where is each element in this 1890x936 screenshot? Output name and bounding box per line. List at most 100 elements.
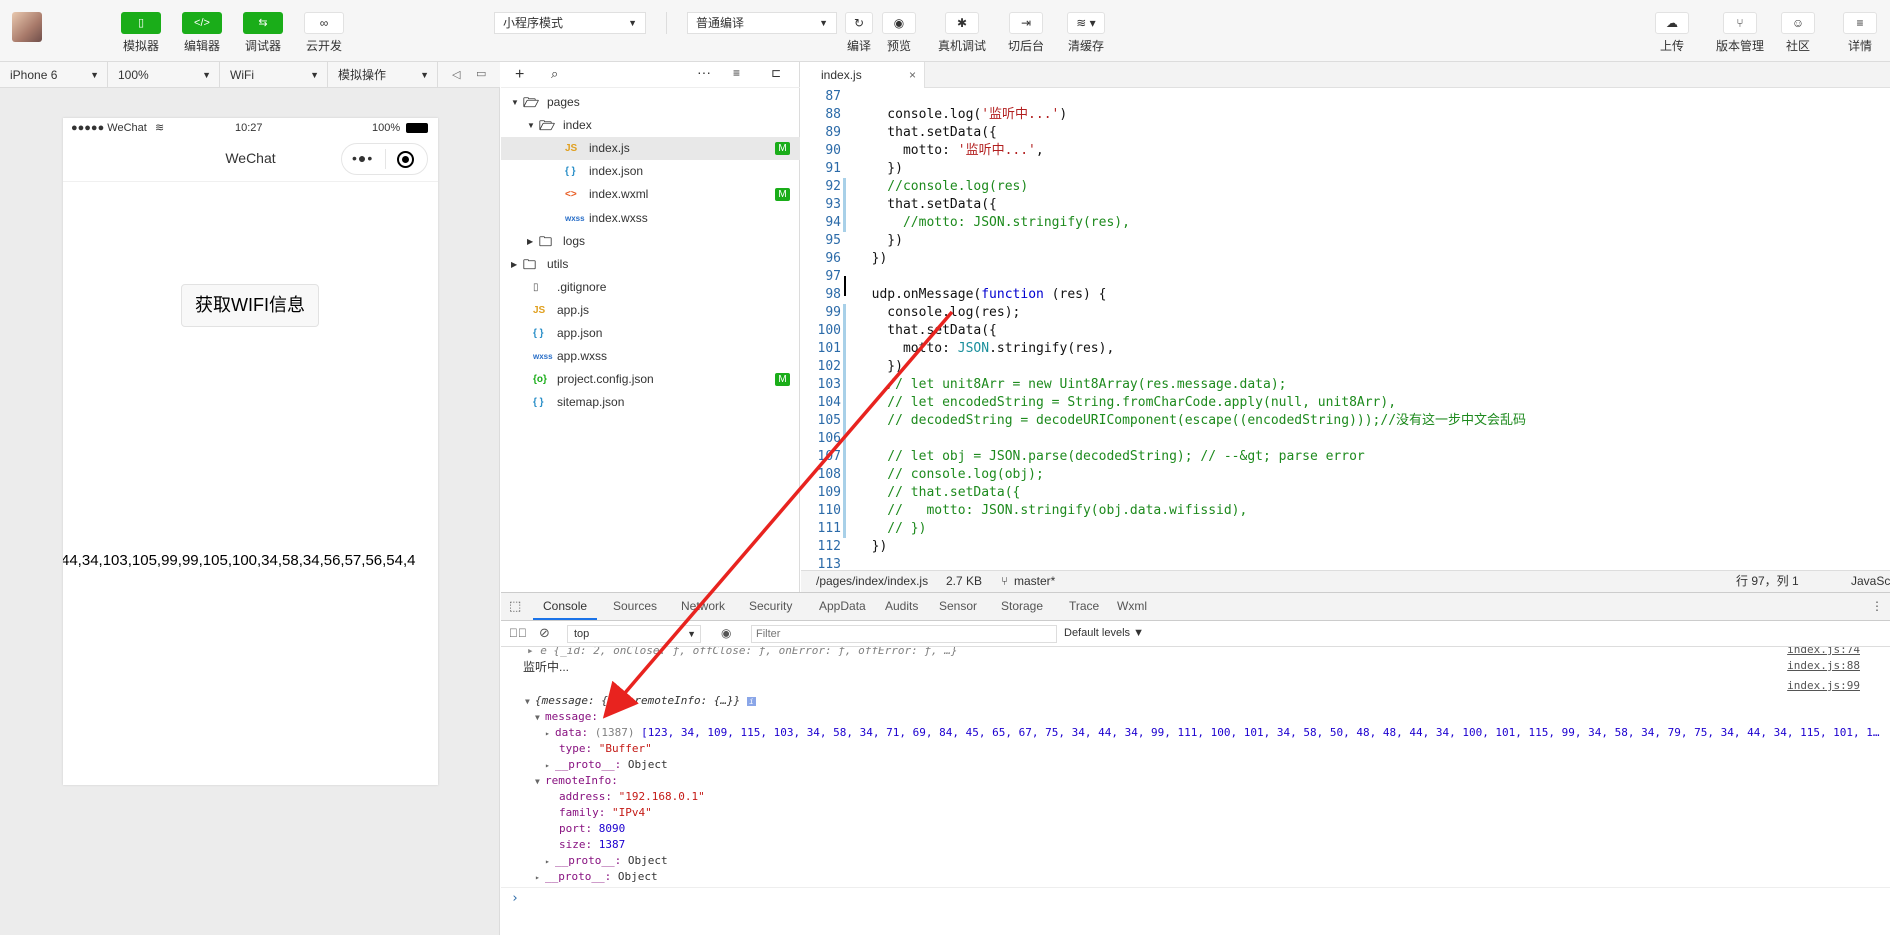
file-tree-item[interactable]: ▯ .gitignore: [501, 276, 800, 299]
code-line[interactable]: 111 // }): [801, 520, 1890, 538]
code-line[interactable]: 108 // console.log(obj);: [801, 466, 1890, 484]
code-area[interactable]: 87 88 console.log('监听中...') 89 that.setDat…: [801, 88, 1890, 632]
code-line[interactable]: 100 that.setData({: [801, 322, 1890, 340]
remoteinfo-node[interactable]: ▼ remoteInfo:: [535, 773, 618, 790]
proto-node[interactable]: ▸ __proto__: Object: [545, 757, 668, 774]
status-path[interactable]: /pages/index/index.js: [816, 571, 928, 592]
devtools-tab[interactable]: Sources: [613, 593, 657, 620]
code-line[interactable]: 105 // decodedString = decodeURIComponen…: [801, 412, 1890, 430]
devtools-tab[interactable]: Wxml: [1117, 593, 1147, 620]
editor-button[interactable]: </> 编辑器: [176, 12, 228, 54]
collapse-icon[interactable]: ≡: [733, 66, 740, 80]
preview-button[interactable]: ◉ 预览: [872, 12, 926, 54]
cloud-dev-button[interactable]: ∞ 云开发: [298, 12, 350, 54]
more-vertical-icon[interactable]: ⋮: [1871, 599, 1883, 613]
source-link-99[interactable]: index.js:99: [1787, 679, 1860, 692]
status-branch[interactable]: master*: [1014, 571, 1055, 592]
code-line[interactable]: 94 //motto: JSON.stringify(res),: [801, 214, 1890, 232]
device-select[interactable]: iPhone 6 ▼: [0, 62, 108, 88]
code-line[interactable]: 96 }): [801, 250, 1890, 268]
proto-node-3[interactable]: ▸ __proto__: Object: [535, 869, 658, 886]
file-tree-item[interactable]: <> index.wxml M: [501, 183, 800, 206]
app-avatar[interactable]: [12, 12, 42, 42]
devtools-tab[interactable]: Network: [681, 593, 725, 620]
chevron-down-icon[interactable]: ▼: [511, 91, 519, 114]
debugger-button[interactable]: ⇆ 调试器: [237, 12, 289, 54]
console-line-1[interactable]: ▸ e {_id: 2, onClose: ƒ, offClose: ƒ, on…: [527, 647, 957, 659]
clear-cache-button[interactable]: ≋ ▾ 清缓存: [1060, 12, 1112, 54]
chevron-right-icon[interactable]: ▶: [527, 230, 533, 253]
zoom-select[interactable]: 100% ▼: [108, 62, 220, 88]
code-line[interactable]: 109 // that.setData({: [801, 484, 1890, 502]
source-link-88[interactable]: index.js:88: [1787, 659, 1860, 672]
ops-select[interactable]: 模拟操作 ▼: [328, 62, 438, 88]
code-line[interactable]: 110 // motto: JSON.stringify(obj.data.wi…: [801, 502, 1890, 520]
devtools-tab[interactable]: Audits: [885, 593, 918, 620]
console-prompt[interactable]: ›: [511, 891, 519, 907]
status-position[interactable]: 行 97，列 1: [1736, 571, 1799, 592]
file-tree-item[interactable]: wxss app.wxss: [501, 345, 800, 368]
devtools-tab[interactable]: Sensor: [939, 593, 977, 620]
version-button[interactable]: ⑂ 版本管理: [1708, 12, 1772, 54]
compile-select[interactable]: 普通编译 ▼: [687, 12, 837, 34]
details-button[interactable]: ≡ 详情: [1834, 12, 1886, 54]
sidebar-toggle-icon[interactable]: ▶⃞: [509, 626, 527, 640]
chevron-down-icon[interactable]: ▼: [527, 114, 535, 137]
close-icon[interactable]: ×: [909, 62, 916, 88]
code-line[interactable]: 106: [801, 430, 1890, 448]
file-tree-item[interactable]: ▼ 🗁 pages: [501, 91, 800, 114]
tab-index-js[interactable]: index.js ×: [801, 62, 925, 88]
file-tree-item[interactable]: ▶ 🗀 logs: [501, 230, 800, 253]
code-line[interactable]: 101 motto: JSON.stringify(res),: [801, 340, 1890, 358]
upload-button[interactable]: ☁ 上传: [1646, 12, 1698, 54]
clear-console-icon[interactable]: ⊘: [539, 625, 550, 641]
source-link-74[interactable]: index.js:74: [1787, 647, 1860, 656]
filter-input[interactable]: [751, 625, 1057, 643]
code-line[interactable]: 99 console.log(res);: [801, 304, 1890, 322]
code-line[interactable]: 87: [801, 88, 1890, 106]
file-tree-item[interactable]: { } index.json: [501, 160, 800, 183]
network-select[interactable]: WiFi ▼: [220, 62, 328, 88]
devtools-tab[interactable]: Console: [533, 593, 598, 620]
background-button[interactable]: ⇥ 切后台: [1000, 12, 1052, 54]
code-line[interactable]: 90 motto: '监听中...',: [801, 142, 1890, 160]
code-line[interactable]: 91 }): [801, 160, 1890, 178]
file-tree-item[interactable]: ▼ 🗁 index: [501, 114, 800, 137]
capsule-menu[interactable]: •●•: [341, 143, 428, 175]
code-line[interactable]: 98 udp.onMessage(function (res) {: [801, 286, 1890, 304]
device-debug-button[interactable]: ✱ 真机调试: [934, 12, 990, 54]
code-line[interactable]: 102 }): [801, 358, 1890, 376]
mode-select[interactable]: 小程序模式 ▼: [494, 12, 646, 34]
file-tree-item[interactable]: wxss index.wxss: [501, 207, 800, 230]
add-icon[interactable]: +: [515, 66, 524, 84]
file-tree-item[interactable]: { } app.json: [501, 322, 800, 345]
search-icon[interactable]: ⌕: [551, 66, 558, 82]
devtools-tab[interactable]: AppData: [819, 593, 866, 620]
close-target-icon[interactable]: [397, 151, 414, 168]
code-line[interactable]: 107 // let obj = JSON.parse(decodedStrin…: [801, 448, 1890, 466]
file-tree-item[interactable]: JS app.js: [501, 299, 800, 322]
data-node[interactable]: ▸ data: (1387) [123, 34, 109, 115, 103, 3…: [545, 725, 1885, 742]
file-tree-item[interactable]: ▶ 🗀 utils: [501, 253, 800, 276]
file-tree-item[interactable]: { } sitemap.json: [501, 391, 800, 414]
code-line[interactable]: 112 }): [801, 538, 1890, 556]
chevron-right-icon[interactable]: ▶: [511, 253, 517, 276]
community-button[interactable]: ☺ 社区: [1772, 12, 1824, 54]
get-wifi-button[interactable]: 获取WIFI信息: [181, 284, 319, 327]
code-line[interactable]: 89 that.setData({: [801, 124, 1890, 142]
proto-node-2[interactable]: ▸ __proto__: Object: [545, 853, 668, 870]
object-head[interactable]: ▼ {message: {…}, remoteInfo: {…}} i: [525, 693, 756, 710]
eye-icon[interactable]: ◉: [721, 626, 731, 640]
simulator-button[interactable]: ▯ 模拟器: [115, 12, 167, 54]
devtools-tab[interactable]: Security: [749, 593, 792, 620]
inspect-icon[interactable]: ⬚: [509, 598, 521, 614]
code-line[interactable]: 95 }): [801, 232, 1890, 250]
speaker-icon[interactable]: ◁: [452, 68, 460, 81]
devtools-tab[interactable]: Trace: [1069, 593, 1099, 620]
code-line[interactable]: 92 //console.log(res): [801, 178, 1890, 196]
levels-select[interactable]: Default levels ▼: [1064, 627, 1144, 639]
file-tree-item[interactable]: JS index.js M: [501, 137, 800, 161]
file-tree-item[interactable]: {o} project.config.json M: [501, 368, 800, 391]
window-icon[interactable]: ▭: [476, 67, 486, 80]
code-line[interactable]: 93 that.setData({: [801, 196, 1890, 214]
